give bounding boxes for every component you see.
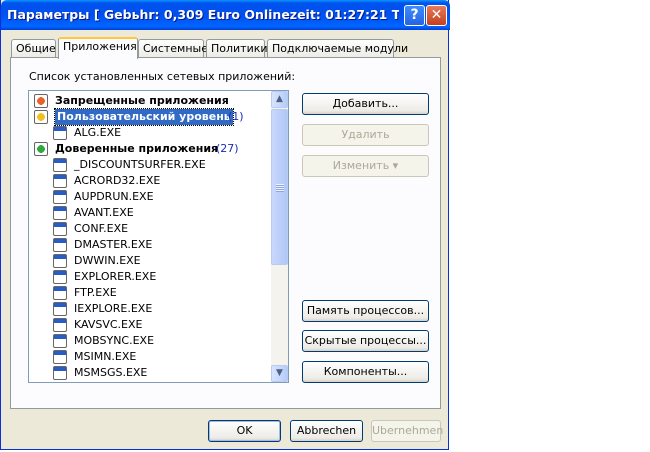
trusted-apps-icon [34,142,48,156]
scroll-up-icon[interactable]: ▲ [271,91,288,108]
window-app-icon [53,254,67,268]
discountsurfer-icon [53,158,67,172]
add-button[interactable]: Добавить... [302,93,429,115]
item-label: ACRORD32.EXE [74,174,161,187]
edit-button[interactable]: Изменить ▾ [302,155,429,177]
group-row[interactable]: Пользовательский уровень (1) [29,108,271,126]
internet-explorer-icon [53,302,67,316]
download-master-icon [53,238,67,252]
dropdown-arrow-icon: ▾ [392,159,399,172]
explorer-icon [53,270,67,284]
item-label: KAVSVC.EXE [74,318,143,331]
edit-button-label: Изменить [332,159,390,172]
app-list[interactable]: Запрещенные приложения Пользовательский у… [28,90,289,383]
list-item[interactable]: MOBSYNC.EXE [29,333,271,349]
apply-button[interactable]: Ubernehmen [371,420,443,442]
list-item[interactable]: AUPDRUN.EXE [29,189,271,205]
outlook-express-icon [53,350,67,364]
cancel-button[interactable]: Abbrechen [290,420,363,442]
tab-system[interactable]: Системные [138,39,208,57]
title-bar[interactable]: Параметры [ Gebьhr: 0,309 Euro Onlinezei… [1,0,450,30]
tab-policies[interactable]: Политики [206,39,268,57]
group-row[interactable]: Запрещенные приложения [29,93,271,109]
window-app-icon [53,286,67,300]
window-app-icon [53,126,67,140]
window-title: Параметры [ Gebьhr: 0,309 Euro Onlinezei… [7,7,399,22]
item-label: IEXPLORE.EXE [74,302,153,315]
netmeeting-icon [53,222,67,236]
group-label: Пользовательский уровень [54,108,234,126]
tab-plugins[interactable]: Подключаемые модули [267,39,408,57]
list-item[interactable]: IEXPLORE.EXE [29,301,271,317]
item-label: EXPLORER.EXE [74,270,157,283]
help-button[interactable]: ? [404,5,425,26]
group-count: (1) [228,110,244,123]
item-label: ALG.EXE [74,126,122,139]
group-label: Запрещенные приложения [55,94,229,107]
app-list-label: Список установленных сетевых приложений: [29,70,296,83]
item-label: DWWIN.EXE [74,254,141,267]
hidden-processes-button[interactable]: Скрытые процессы... [302,330,429,352]
list-item[interactable]: MSIMN.EXE [29,349,271,365]
item-label: AUPDRUN.EXE [74,190,154,203]
list-scrollbar[interactable]: ▲ ▼ [271,91,288,382]
list-item[interactable]: FTP.EXE [29,285,271,301]
group-label: Доверенные приложения [55,142,219,155]
item-label: DMASTER.EXE [74,238,153,251]
item-label: CONF.EXE [74,222,129,235]
item-label: _DISCOUNTSURFER.EXE [74,158,206,171]
sync-icon [53,334,67,348]
list-item[interactable]: ALG.EXE [29,125,271,141]
window-app-icon [53,318,67,332]
list-item[interactable]: _DISCOUNTSURFER.EXE [29,157,271,173]
group-row[interactable]: Доверенные приложения (27) [29,141,271,157]
item-label: MOBSYNC.EXE [74,334,155,347]
list-item[interactable]: ACRORD32.EXE [29,173,271,189]
tab-applications[interactable]: Приложения [58,37,138,59]
components-button[interactable]: Компоненты... [302,361,429,383]
acrobat-icon [53,174,67,188]
delete-button[interactable]: Удалить [302,124,429,146]
update-icon [53,190,67,204]
item-label: MSMSGS.EXE [74,366,148,379]
process-memory-button[interactable]: Память процессов... [302,300,429,322]
user-level-icon [34,110,48,124]
item-label: AVANT.EXE [74,206,134,219]
messenger-icon [53,366,67,380]
list-item[interactable]: DMASTER.EXE [29,237,271,253]
avant-browser-icon [53,206,67,220]
list-item[interactable]: CONF.EXE [29,221,271,237]
list-item[interactable]: EXPLORER.EXE [29,269,271,285]
close-button[interactable]: ✕ [426,5,447,26]
list-item[interactable]: MSMSGS.EXE [29,365,271,381]
grip-icon [276,184,284,192]
scroll-down-icon[interactable]: ▼ [271,365,288,382]
item-label: FTP.EXE [74,286,117,299]
tab-general[interactable]: Общие [11,39,56,57]
group-count: (27) [216,142,239,155]
item-label: MSIMN.EXE [74,350,137,363]
settings-dialog: Параметры [ Gebьhr: 0,309 Euro Onlinezei… [0,0,450,450]
list-item[interactable]: AVANT.EXE [29,205,271,221]
scroll-thumb[interactable] [271,109,288,265]
list-item[interactable]: DWWIN.EXE [29,253,271,269]
ok-button[interactable]: OK [208,420,281,442]
forbidden-apps-icon [34,94,48,108]
list-item[interactable]: KAVSVC.EXE [29,317,271,333]
